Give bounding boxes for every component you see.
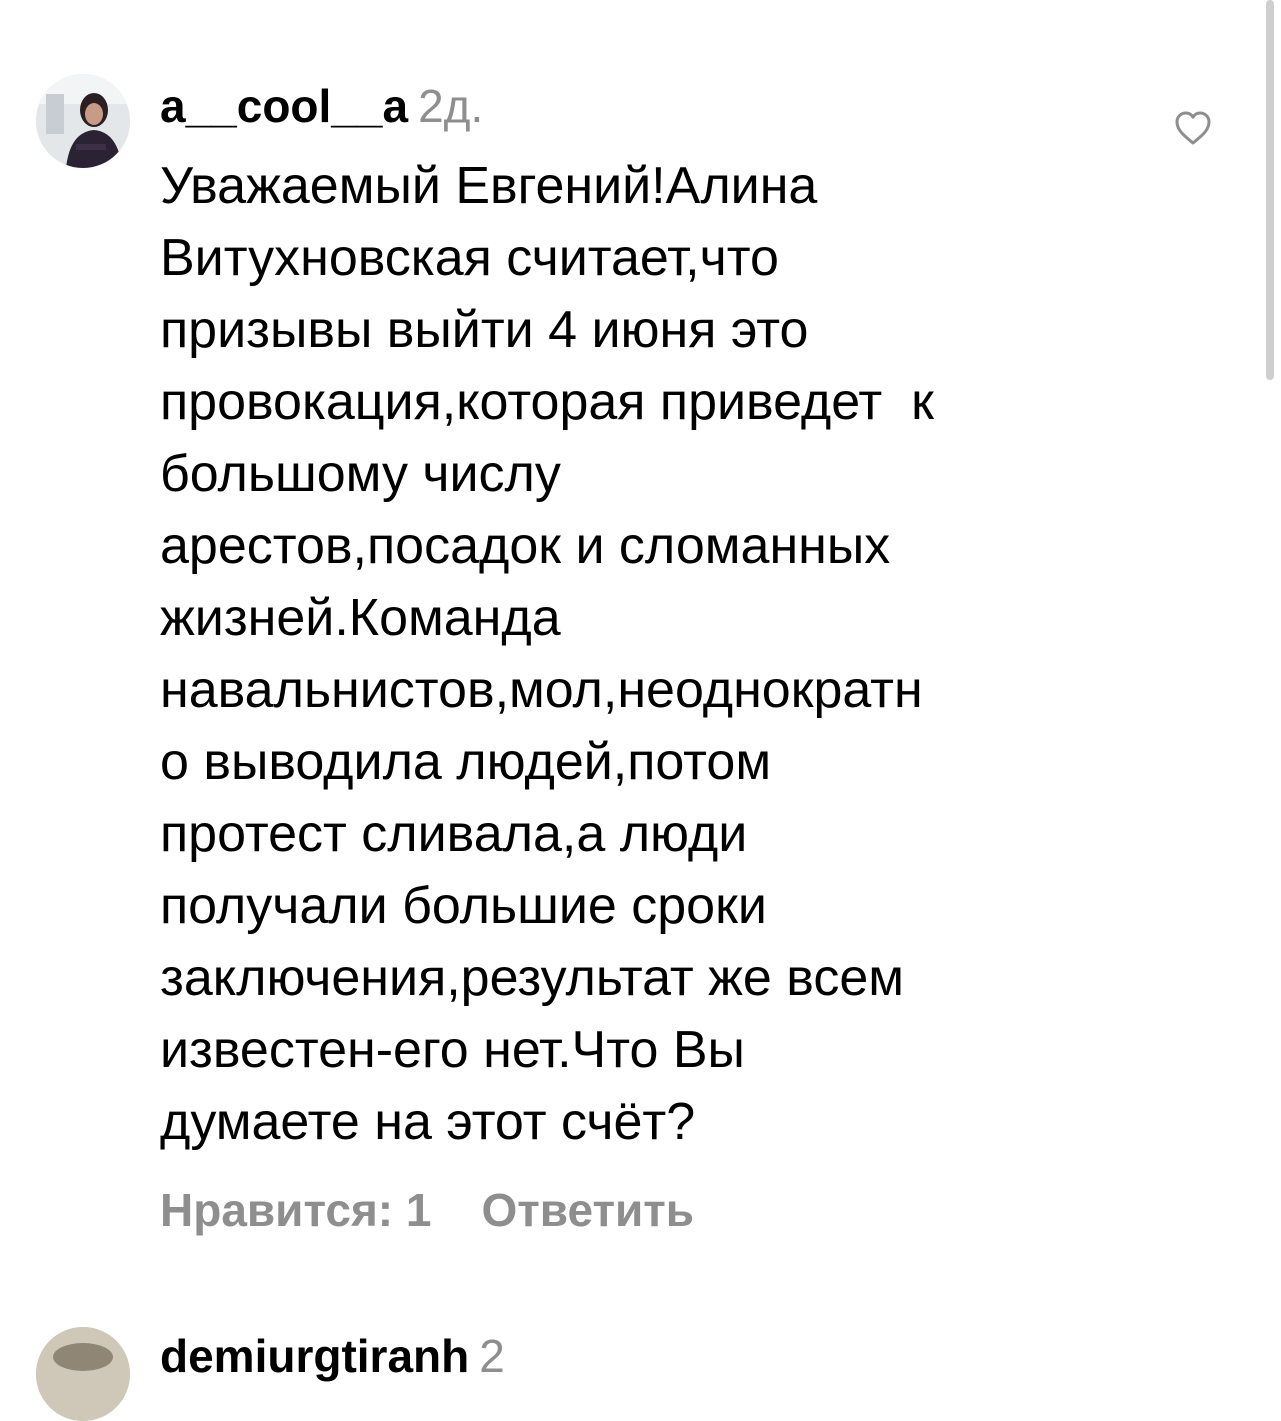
likes-count[interactable]: Нравится: 1 [160,1180,432,1240]
comment-actions: Нравится: 1 Ответить [160,1180,694,1240]
comment-username[interactable]: a__cool__a [160,80,408,132]
comment-timestamp: 2д. [418,80,484,132]
comment-text: Уважаемый Евгений!Алина Витухновская счи… [160,157,934,1151]
avatar[interactable] [36,74,130,168]
scrollbar[interactable] [1266,0,1274,380]
avatar-image [36,1327,130,1421]
heart-outline-icon[interactable] [1174,110,1212,146]
comment-header: a__cool__a 2д. [160,78,483,134]
avatar-image [36,74,130,168]
comment-timestamp: 2 [479,1330,505,1382]
avatar[interactable] [36,1327,130,1421]
comment-username[interactable]: demiurgtiranh [160,1330,469,1382]
next-comment-header: demiurgtiranh 2 [160,1328,505,1384]
reply-button[interactable]: Ответить [482,1180,695,1240]
